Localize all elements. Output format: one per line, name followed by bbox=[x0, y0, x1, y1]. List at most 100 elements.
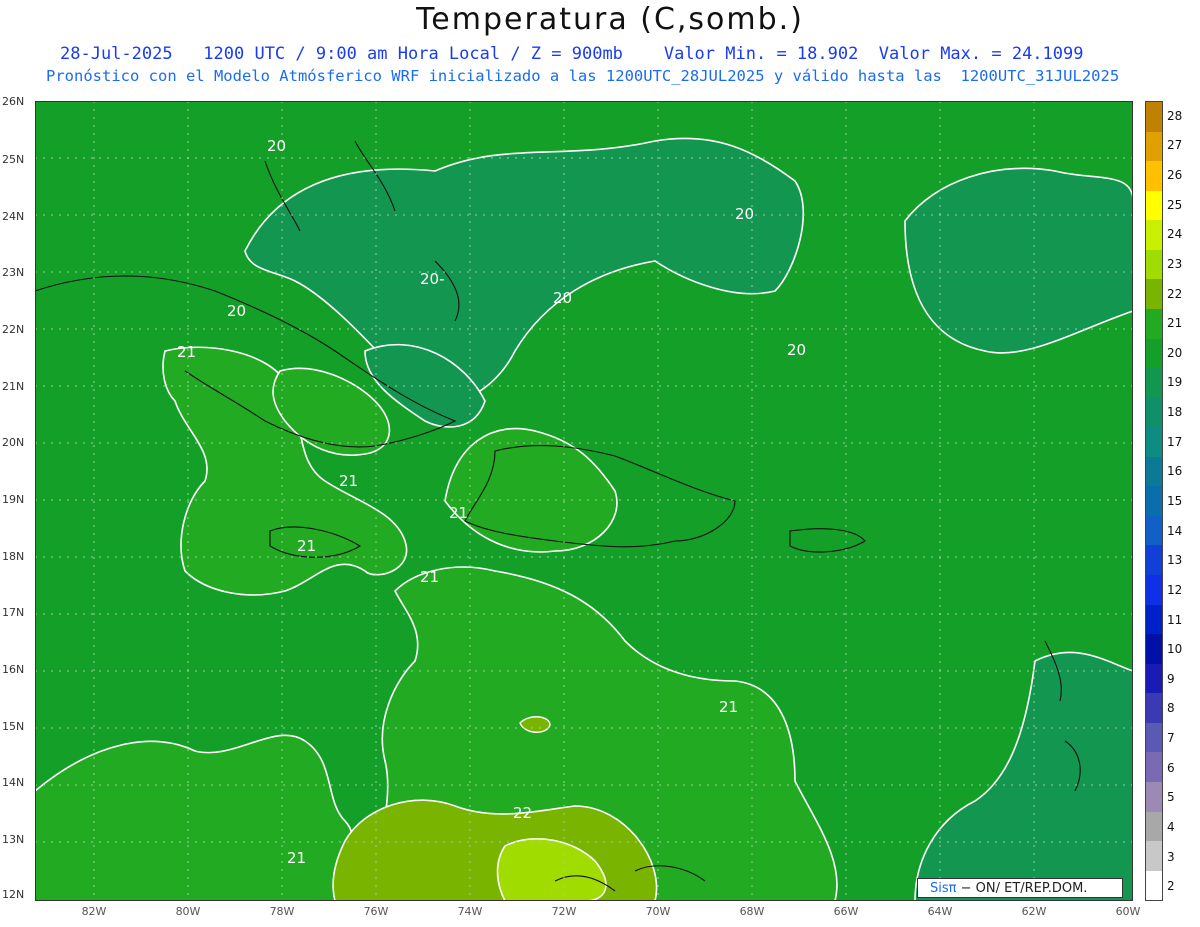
lat-label: 19N bbox=[2, 493, 25, 506]
colorbar-label: 9 bbox=[1167, 671, 1175, 686]
colorbar-label: 2 bbox=[1167, 879, 1175, 894]
credit-brand: Sisπ bbox=[930, 881, 957, 896]
lat-label: 18N bbox=[2, 550, 25, 563]
colorbar-label: 11 bbox=[1167, 612, 1183, 627]
colorbar-swatch bbox=[1146, 249, 1162, 280]
colorbar-label: 14 bbox=[1167, 523, 1183, 538]
colorbar-swatch bbox=[1146, 190, 1162, 221]
colorbar-label: 17 bbox=[1167, 434, 1183, 449]
lon-label: 82W bbox=[81, 905, 107, 918]
lat-label: 15N bbox=[2, 720, 25, 733]
colorbar-swatch bbox=[1146, 161, 1162, 191]
contour-label: 20 bbox=[227, 302, 246, 320]
colorbar-swatch bbox=[1146, 220, 1162, 250]
colorbar-label: 10 bbox=[1167, 642, 1183, 657]
lat-label: 20N bbox=[2, 436, 25, 449]
lon-label: 66W bbox=[833, 905, 859, 918]
colorbar-label: 12 bbox=[1167, 582, 1183, 597]
contour-label: 20- bbox=[420, 270, 445, 288]
colorbar-swatch bbox=[1146, 456, 1162, 487]
colorbar-swatch bbox=[1146, 308, 1162, 339]
colorbar-label: 15 bbox=[1167, 494, 1183, 508]
contour-label: 21 bbox=[449, 504, 468, 522]
colorbar-swatch bbox=[1146, 693, 1162, 723]
colorbar-swatch bbox=[1146, 279, 1162, 309]
contour-label: 21 bbox=[719, 698, 738, 716]
lat-label: 16N bbox=[2, 663, 25, 676]
credit-text: − ON/ ET/REP.DOM. bbox=[960, 881, 1088, 896]
colorbar-label: 28 bbox=[1167, 108, 1183, 123]
colorbar-swatch bbox=[1146, 427, 1162, 457]
lat-label: 25N bbox=[2, 153, 25, 166]
colorbar bbox=[1145, 101, 1163, 901]
colorbar-swatch bbox=[1146, 575, 1162, 605]
colorbar-swatch bbox=[1146, 515, 1162, 546]
colorbar-swatch bbox=[1146, 752, 1162, 782]
field-21c-south bbox=[35, 734, 367, 901]
colorbar-swatch bbox=[1146, 811, 1162, 842]
colorbar-label: 6 bbox=[1167, 760, 1175, 775]
lat-label: 21N bbox=[2, 380, 25, 393]
colorbar-label: 20 bbox=[1167, 345, 1183, 360]
colorbar-swatch bbox=[1146, 368, 1162, 398]
colorbar-swatch bbox=[1146, 131, 1162, 162]
colorbar-label: 22 bbox=[1167, 286, 1183, 301]
contour-label: 20 bbox=[735, 205, 754, 223]
colorbar-label: 3 bbox=[1167, 849, 1175, 864]
colorbar-label: 24 bbox=[1167, 227, 1183, 242]
lat-label: 17N bbox=[2, 606, 25, 619]
contour-label: 21 bbox=[339, 472, 358, 490]
lat-label: 24N bbox=[2, 210, 25, 223]
map-canvas: 20 20 20- 20 20 20 21 21 21 21 21 21 21 … bbox=[35, 101, 1133, 901]
lon-label: 62W bbox=[1021, 905, 1047, 918]
colorbar-swatch bbox=[1146, 663, 1162, 694]
lon-label: 68W bbox=[739, 905, 765, 918]
colorbar-label: 26 bbox=[1167, 168, 1183, 183]
colorbar-swatch bbox=[1146, 634, 1162, 664]
contour-label: 21 bbox=[297, 537, 316, 555]
lon-label: 80W bbox=[175, 905, 201, 918]
colorbar-swatch bbox=[1146, 397, 1162, 428]
colorbar-label: 23 bbox=[1167, 256, 1183, 271]
colorbar-swatch bbox=[1146, 338, 1162, 369]
colorbar-swatch bbox=[1146, 604, 1162, 635]
temperature-map: 20 20 20- 20 20 20 21 21 21 21 21 21 21 … bbox=[35, 101, 1133, 901]
lat-label: 22N bbox=[2, 323, 25, 336]
contour-label: 20 bbox=[553, 289, 572, 307]
contour-label: 21 bbox=[287, 849, 306, 867]
forecast-info-line: 28-Jul-2025 1200 UTC / 9:00 am Hora Loca… bbox=[60, 44, 1084, 64]
colorbar-label: 27 bbox=[1167, 138, 1183, 153]
colorbar-swatch bbox=[1146, 545, 1162, 575]
colorbar-label: 5 bbox=[1167, 790, 1175, 805]
lat-label: 13N bbox=[2, 833, 25, 846]
lat-label: 26N bbox=[2, 95, 25, 108]
colorbar-label: 16 bbox=[1167, 464, 1183, 479]
colorbar-swatch bbox=[1146, 722, 1162, 753]
lon-label: 74W bbox=[457, 905, 483, 918]
colorbar-label: 25 bbox=[1167, 197, 1183, 212]
colorbar-label: 7 bbox=[1167, 731, 1175, 746]
colorbar-swatch bbox=[1146, 870, 1162, 901]
lon-label: 64W bbox=[927, 905, 953, 918]
colorbar-label: 19 bbox=[1167, 375, 1183, 390]
contour-label: 20 bbox=[787, 341, 806, 359]
lon-label: 72W bbox=[551, 905, 577, 918]
contour-label: 21 bbox=[420, 568, 439, 586]
model-info-line: Pronóstico con el Modelo Atmósferico WRF… bbox=[46, 67, 1120, 85]
colorbar-label: 4 bbox=[1167, 819, 1175, 834]
contour-label: 21 bbox=[177, 343, 196, 361]
colorbar-swatch bbox=[1146, 841, 1162, 871]
colorbar-swatch bbox=[1146, 486, 1162, 516]
lon-label: 76W bbox=[363, 905, 389, 918]
contour-label: 20 bbox=[267, 137, 286, 155]
colorbar-label: 8 bbox=[1167, 701, 1175, 716]
lon-label: 78W bbox=[269, 905, 295, 918]
lat-label: 14N bbox=[2, 776, 25, 789]
colorbar-label: 21 bbox=[1167, 316, 1183, 331]
lon-label: 60W bbox=[1115, 905, 1141, 918]
colorbar-swatch bbox=[1146, 781, 1162, 812]
credit-box: Sisπ − ON/ ET/REP.DOM. bbox=[917, 878, 1123, 898]
map-title: Temperatura (C,somb.) bbox=[416, 2, 804, 37]
lon-label: 70W bbox=[645, 905, 671, 918]
colorbar-swatch bbox=[1146, 102, 1162, 132]
